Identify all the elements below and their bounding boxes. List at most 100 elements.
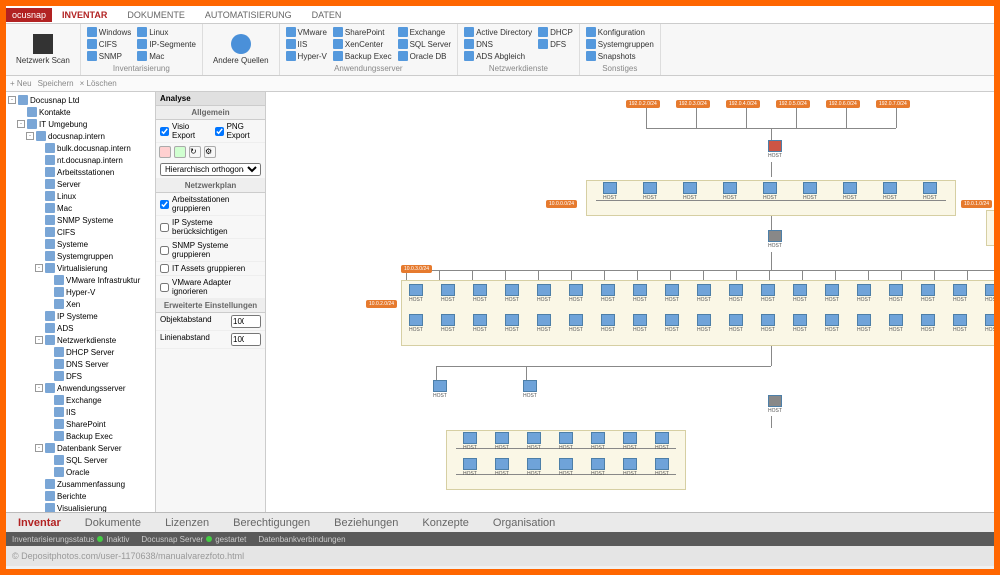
tree-iis[interactable]: IIS [8, 406, 153, 418]
tree-exchange[interactable]: Exchange [8, 394, 153, 406]
bt-berechtigungen[interactable]: Berechtigungen [221, 517, 322, 529]
tree-hyper-v[interactable]: Hyper-V [8, 286, 153, 298]
nav-tree[interactable]: -Docusnap LtdKontakte-IT Umgebung-docusn… [6, 92, 156, 512]
network-node[interactable]: HOST [754, 314, 782, 338]
network-node[interactable]: HOST [402, 314, 430, 338]
ribbon-mac[interactable]: Mac [137, 50, 196, 62]
tree-datenbank-server[interactable]: -Datenbank Server [8, 442, 153, 454]
network-node[interactable]: HOST [636, 182, 664, 206]
tab-automatisierung[interactable]: AUTOMATISIERUNG [195, 8, 302, 22]
panel-tab[interactable]: Analyse [156, 92, 265, 106]
network-node[interactable]: HOST [850, 314, 878, 338]
tree-xen[interactable]: Xen [8, 298, 153, 310]
tree-ads[interactable]: ADS [8, 322, 153, 334]
ribbon-dns[interactable]: DNS [464, 38, 532, 50]
tree-docusnap-intern[interactable]: -docusnap.intern [8, 130, 153, 142]
network-node[interactable]: HOST [456, 458, 484, 482]
tree-nt-docusnap-intern[interactable]: nt.docusnap.intern [8, 154, 153, 166]
network-node[interactable]: HOST [836, 182, 864, 206]
tree-sql-server[interactable]: SQL Server [8, 454, 153, 466]
ribbon-sql-server[interactable]: SQL Server [398, 38, 452, 50]
network-node[interactable]: HOST [658, 284, 686, 308]
opt-4[interactable] [160, 283, 169, 292]
network-node[interactable]: HOST [648, 458, 676, 482]
network-node[interactable]: HOST [434, 314, 462, 338]
tree-systeme[interactable]: Systeme [8, 238, 153, 250]
tree-dfs[interactable]: DFS [8, 370, 153, 382]
object-distance-input[interactable] [231, 315, 261, 328]
line-distance-input[interactable] [231, 333, 261, 346]
network-node[interactable]: HOST [488, 432, 516, 456]
tree-docusnap-ltd[interactable]: -Docusnap Ltd [8, 94, 153, 106]
other-sources-button[interactable]: Andere Quellen [209, 32, 273, 67]
network-node[interactable]: HOST [876, 182, 904, 206]
ribbon-exchange[interactable]: Exchange [398, 26, 452, 38]
network-node[interactable]: HOST [520, 458, 548, 482]
network-node[interactable]: HOST [402, 284, 430, 308]
tree-sharepoint[interactable]: SharePoint [8, 418, 153, 430]
ribbon-windows[interactable]: Windows [87, 26, 131, 38]
layout-select[interactable]: Hierarchisch orthogonal [160, 163, 261, 176]
tree-bulk-docusnap-intern[interactable]: bulk.docusnap.intern [8, 142, 153, 154]
bt-inventar[interactable]: Inventar [6, 517, 73, 529]
network-node[interactable]: HOST [676, 182, 704, 206]
network-node[interactable]: HOST [648, 432, 676, 456]
tree-virtualisierung[interactable]: -Virtualisierung [8, 262, 153, 274]
network-node[interactable]: HOST [978, 284, 994, 308]
tree-netzwerkdienste[interactable]: -Netzwerkdienste [8, 334, 153, 346]
delete-button[interactable]: × Löschen [80, 79, 117, 88]
network-node[interactable]: HOST [552, 458, 580, 482]
bt-lizenzen[interactable]: Lizenzen [153, 517, 221, 529]
ribbon-ads-abgleich[interactable]: ADS Abgleich [464, 50, 532, 62]
ribbon-konfiguration[interactable]: Konfiguration [586, 26, 654, 38]
ribbon-xencenter[interactable]: XenCenter [333, 38, 392, 50]
network-node[interactable]: HOST [796, 182, 824, 206]
network-node[interactable]: HOST [552, 432, 580, 456]
network-node[interactable]: HOST [466, 284, 494, 308]
network-node[interactable]: HOST [426, 380, 454, 404]
network-node[interactable]: HOST [914, 284, 942, 308]
network-node[interactable]: HOST [818, 284, 846, 308]
tree-toggle[interactable]: - [35, 264, 43, 272]
network-node[interactable]: HOST [754, 284, 782, 308]
bt-beziehungen[interactable]: Beziehungen [322, 517, 410, 529]
ribbon-vmware[interactable]: VMware [286, 26, 327, 38]
ribbon-ip-segmente[interactable]: IP-Segmente [137, 38, 196, 50]
opt-0[interactable] [160, 200, 169, 209]
tree-linux[interactable]: Linux [8, 190, 153, 202]
ribbon-oracle-db[interactable]: Oracle DB [398, 50, 452, 62]
tree-berichte[interactable]: Berichte [8, 490, 153, 502]
tree-anwendungsserver[interactable]: -Anwendungsserver [8, 382, 153, 394]
settings-btn[interactable]: ⚙ [204, 146, 216, 158]
ribbon-cifs[interactable]: CIFS [87, 38, 131, 50]
tree-zusammenfassung[interactable]: Zusammenfassung [8, 478, 153, 490]
network-node[interactable]: HOST [466, 314, 494, 338]
tree-mac[interactable]: Mac [8, 202, 153, 214]
network-node[interactable]: HOST [946, 284, 974, 308]
opt-3[interactable] [160, 264, 169, 273]
network-node[interactable]: HOST [761, 140, 789, 164]
tree-oracle[interactable]: Oracle [8, 466, 153, 478]
network-scan-button[interactable]: Netzwerk Scan [12, 32, 74, 67]
network-node[interactable]: HOST [594, 314, 622, 338]
network-node[interactable]: HOST [690, 314, 718, 338]
network-node[interactable]: HOST [914, 314, 942, 338]
tab-daten[interactable]: DATEN [302, 8, 352, 22]
visio-export-check[interactable] [160, 127, 169, 136]
network-node[interactable]: HOST [690, 284, 718, 308]
ribbon-snmp[interactable]: SNMP [87, 50, 131, 62]
tree-systemgruppen[interactable]: Systemgruppen [8, 250, 153, 262]
network-node[interactable]: HOST [616, 458, 644, 482]
layout-btn-2[interactable] [174, 146, 186, 158]
network-node[interactable]: HOST [616, 432, 644, 456]
ribbon-dhcp[interactable]: DHCP [538, 26, 573, 38]
network-node[interactable]: HOST [761, 230, 789, 254]
network-node[interactable]: HOST [498, 314, 526, 338]
tree-snmp-systeme[interactable]: SNMP Systeme [8, 214, 153, 226]
network-node[interactable]: HOST [456, 432, 484, 456]
opt-1[interactable] [160, 223, 169, 232]
new-button[interactable]: + Neu [10, 79, 32, 88]
network-node[interactable]: HOST [716, 182, 744, 206]
tab-inventar[interactable]: INVENTAR [52, 8, 117, 22]
network-node[interactable]: HOST [991, 214, 994, 238]
